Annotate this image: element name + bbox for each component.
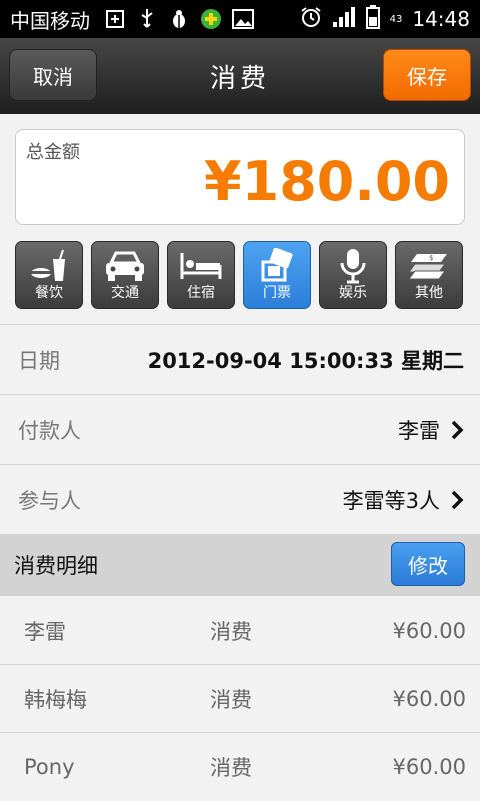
food-drink-icon — [16, 248, 82, 284]
status-bar: 中国移动 43 14:48 — [0, 0, 480, 38]
details-title: 消费明细 — [14, 554, 98, 578]
save-button[interactable]: 保存 — [383, 49, 471, 101]
member-amount: ¥60.00 — [392, 687, 466, 711]
notification-icons — [104, 8, 254, 30]
category-transport-button[interactable]: 交通 — [91, 241, 159, 309]
expense-type: 消费 — [210, 620, 252, 644]
list-item[interactable]: 李雷 消费 ¥60.00 — [0, 597, 480, 665]
list-item[interactable]: Pony 消费 ¥60.00 — [0, 733, 480, 801]
payer-row[interactable]: 付款人 李雷 — [0, 395, 480, 465]
money-icon: $ — [396, 248, 462, 284]
total-amount-label: 总金额 — [26, 142, 80, 163]
total-amount-field[interactable]: 总金额 ¥180.00 — [15, 129, 465, 225]
bed-icon — [168, 248, 234, 284]
expense-type: 消费 — [210, 688, 252, 712]
chevron-right-icon — [450, 419, 464, 441]
edit-button[interactable]: 修改 — [391, 542, 465, 586]
carrier-name: 中国移动 — [10, 8, 90, 33]
category-ticket-button[interactable]: 门票 — [243, 241, 311, 309]
date-value: 2012-09-04 15:00:33 星期二 — [147, 349, 464, 373]
category-food-button[interactable]: 餐饮 — [15, 241, 83, 309]
title-bar: 取消 消费 保存 — [0, 38, 480, 114]
category-lodging-button[interactable]: 住宿 — [167, 241, 235, 309]
car-icon — [92, 248, 158, 284]
category-label: 餐饮 — [35, 285, 63, 301]
member-name: 韩梅梅 — [24, 688, 87, 712]
category-label: 住宿 — [187, 285, 215, 301]
member-amount: ¥60.00 — [392, 755, 466, 779]
app-plus-icon — [200, 8, 222, 30]
date-row[interactable]: 日期 2012-09-04 15:00:33 星期二 — [0, 325, 480, 395]
add-box-icon — [104, 8, 126, 30]
battery-percent: 43 — [389, 13, 403, 25]
microphone-icon — [320, 248, 386, 284]
participants-row[interactable]: 参与人 李雷等3人 — [0, 465, 480, 535]
usb-icon — [136, 8, 158, 30]
category-label: 交通 — [111, 285, 139, 301]
bug-icon — [168, 8, 190, 30]
ticket-icon — [244, 248, 310, 284]
total-amount-value: ¥180.00 — [204, 150, 450, 213]
participants-label: 参与人 — [18, 489, 81, 513]
svg-text:$: $ — [429, 254, 433, 262]
participants-value: 李雷等3人 — [342, 489, 440, 513]
system-icons: 43 14:48 — [300, 4, 470, 34]
clock-time: 14:48 — [412, 7, 470, 31]
cancel-button[interactable]: 取消 — [9, 49, 97, 101]
participants-value-group: 李雷等3人 — [343, 465, 464, 535]
list-item[interactable]: 韩梅梅 消费 ¥60.00 — [0, 665, 480, 733]
member-amount: ¥60.00 — [392, 619, 466, 643]
category-label: 娱乐 — [339, 285, 367, 301]
details-header: 消费明细 修改 — [0, 534, 480, 596]
alarm-icon — [300, 6, 322, 33]
chevron-right-icon — [450, 489, 464, 511]
category-entertainment-button[interactable]: 娱乐 — [319, 241, 387, 309]
category-selector: 餐饮 交通 住宿 门票 娱乐 $ 其他 — [15, 241, 465, 309]
member-name: Pony — [24, 755, 75, 779]
date-label: 日期 — [18, 349, 60, 373]
category-label: 门票 — [263, 285, 291, 301]
category-other-button[interactable]: $ 其他 — [395, 241, 463, 309]
member-name: 李雷 — [24, 620, 66, 644]
payer-value-group: 李雷 — [398, 395, 464, 465]
payer-label: 付款人 — [18, 419, 81, 443]
category-label: 其他 — [415, 285, 443, 301]
expense-type: 消费 — [210, 756, 252, 780]
payer-value: 李雷 — [398, 419, 440, 443]
battery-icon — [365, 4, 380, 34]
signal-icon — [332, 6, 356, 33]
image-icon — [232, 8, 254, 30]
